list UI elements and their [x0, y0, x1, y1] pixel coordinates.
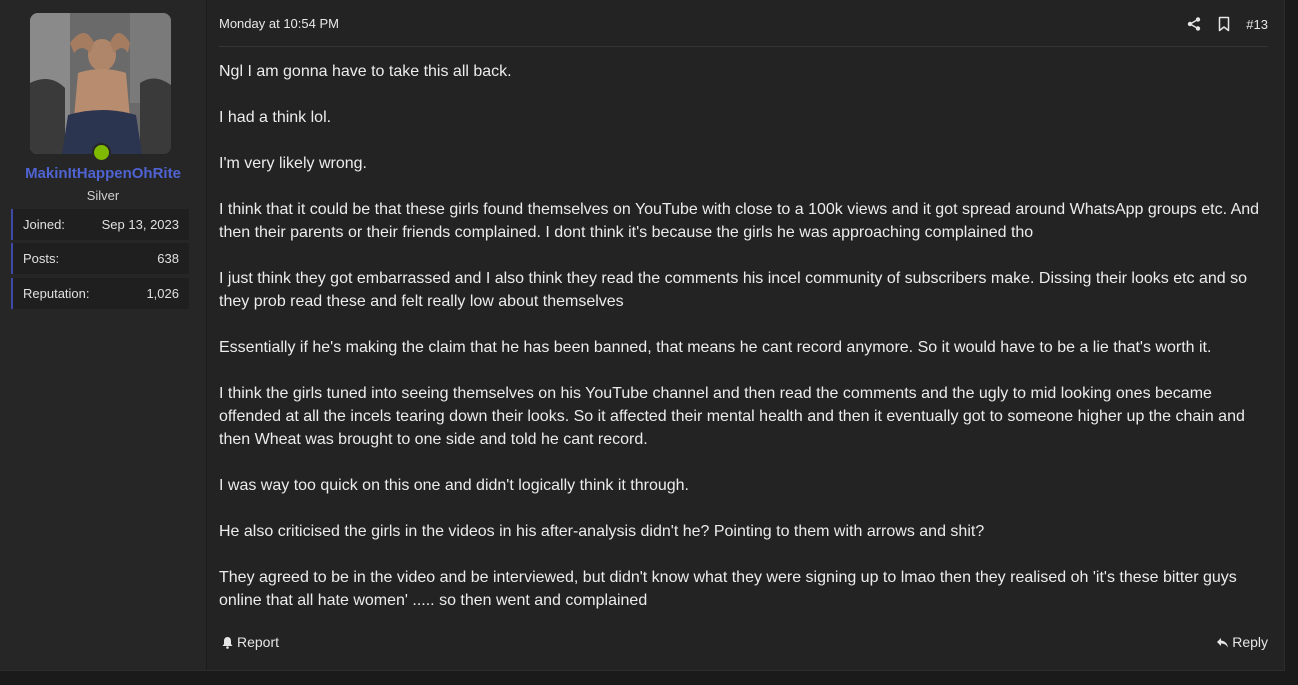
post-paragraph: I think that it could be that these girl…	[219, 201, 1260, 241]
post-date-link[interactable]: Monday at 10:54 PM	[219, 16, 339, 31]
post-paragraph: I'm very likely wrong.	[219, 155, 367, 172]
stat-joined: Joined: Sep 13, 2023	[11, 209, 189, 240]
reply-label: Reply	[1232, 634, 1268, 650]
forum-post: MakinItHappenOhRite Silver Joined: Sep 1…	[0, 0, 1285, 671]
post-content: Monday at 10:54 PM #13 Ngl I am gonna ha…	[207, 0, 1284, 670]
post-paragraph: I just think they got embarrassed and I …	[219, 270, 1248, 310]
post-paragraph: Ngl I am gonna have to take this all bac…	[219, 63, 512, 80]
report-button[interactable]: Report	[221, 634, 279, 650]
reply-button[interactable]: Reply	[1216, 634, 1268, 650]
post-paragraph: I was way too quick on this one and didn…	[219, 477, 689, 494]
user-sidebar: MakinItHappenOhRite Silver Joined: Sep 1…	[0, 0, 207, 670]
stat-label: Reputation:	[23, 286, 90, 301]
stat-value: 638	[157, 251, 179, 266]
bookmark-icon[interactable]	[1216, 16, 1232, 32]
header-divider	[219, 46, 1268, 47]
bell-icon	[221, 636, 234, 649]
online-status-indicator	[92, 143, 111, 162]
reply-icon	[1216, 636, 1229, 649]
stat-reputation: Reputation: 1,026	[11, 278, 189, 309]
post-number-link[interactable]: #13	[1246, 17, 1268, 32]
stat-posts: Posts: 638	[11, 243, 189, 274]
stat-value: 1,026	[146, 286, 179, 301]
post-header-actions: #13	[1172, 14, 1268, 34]
avatar-image	[30, 13, 171, 154]
post-paragraph: I had a think lol.	[219, 109, 332, 126]
username-link[interactable]: MakinItHappenOhRite	[0, 165, 206, 182]
post-paragraph: I think the girls tuned into seeing them…	[219, 385, 1245, 448]
avatar[interactable]	[30, 13, 171, 154]
stat-label: Joined:	[23, 217, 65, 232]
post-body: Ngl I am gonna have to take this all bac…	[219, 60, 1269, 635]
user-title: Silver	[86, 188, 120, 203]
stat-label: Posts:	[23, 251, 60, 266]
post-paragraph: He also criticised the girls in the vide…	[219, 523, 985, 540]
report-label: Report	[237, 634, 280, 650]
post-paragraph: They agreed to be in the video and be in…	[219, 569, 1237, 609]
stat-value: Sep 13, 2023	[101, 217, 179, 232]
post-paragraph: Essentially if he's making the claim tha…	[219, 339, 1212, 356]
share-icon[interactable]	[1186, 16, 1202, 32]
